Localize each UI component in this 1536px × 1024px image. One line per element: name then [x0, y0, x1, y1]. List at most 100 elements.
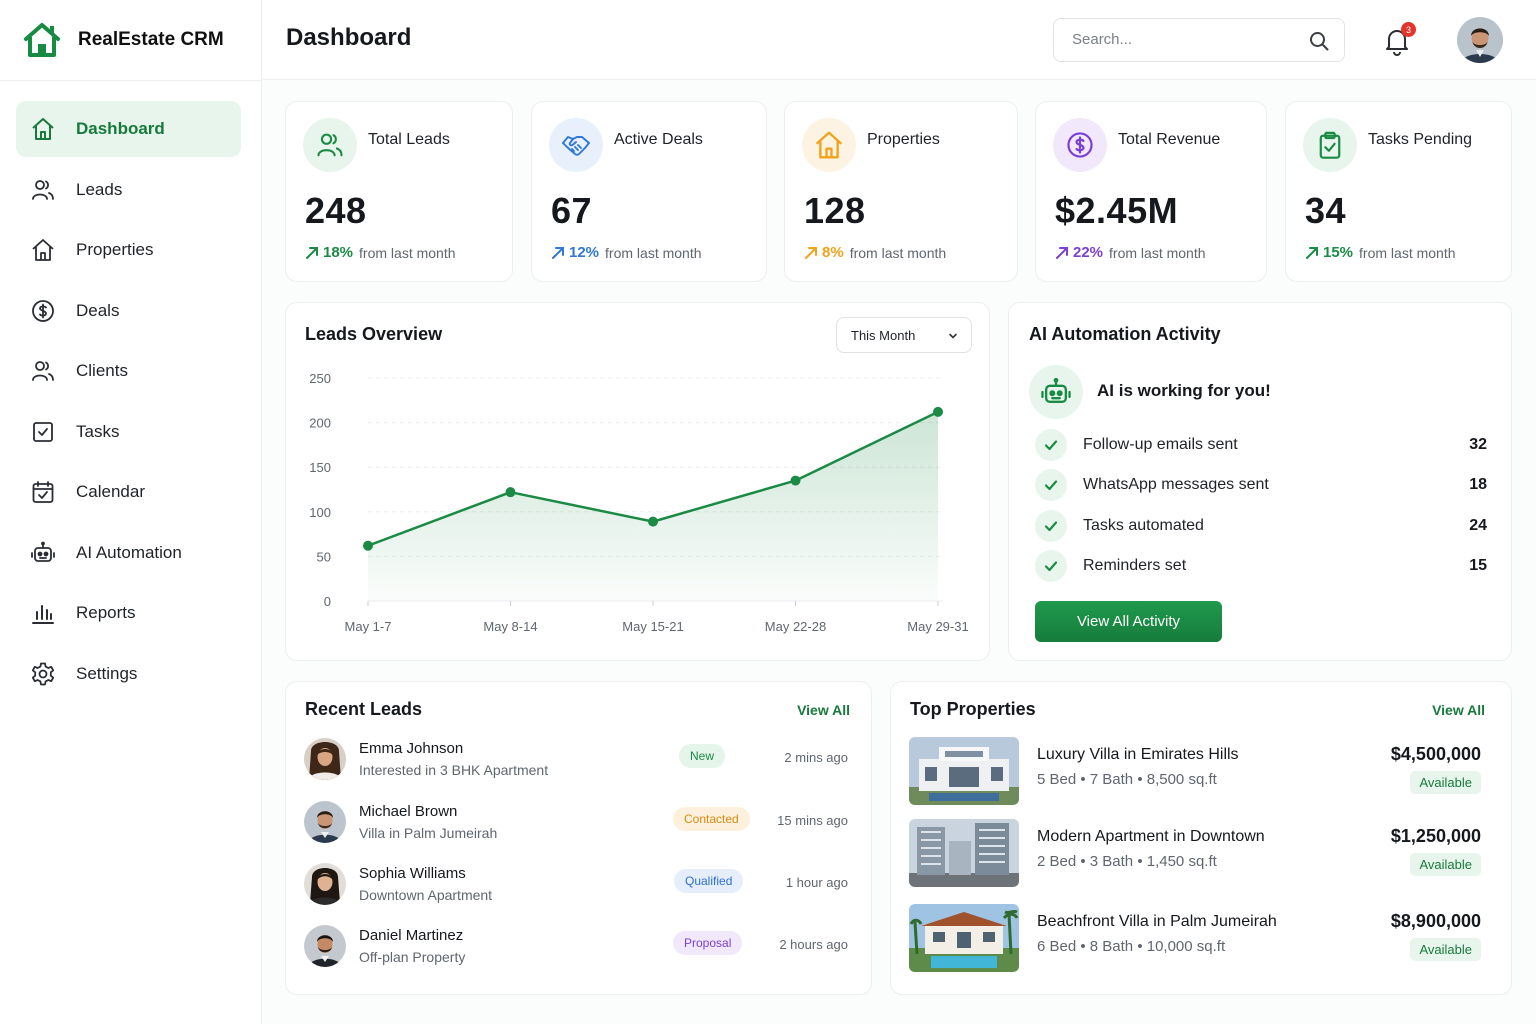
- property-price: $4,500,000: [1390, 744, 1481, 764]
- property-price: $8,900,000: [1390, 911, 1481, 931]
- sidebar-item-reports[interactable]: Reports: [16, 585, 241, 641]
- data-point: [790, 475, 801, 486]
- stat-title: Total Leads: [368, 131, 450, 148]
- notifications-button[interactable]: 3: [1381, 22, 1416, 56]
- lead-row[interactable]: Daniel Martinez Off-plan Property Propos…: [304, 923, 854, 969]
- brand[interactable]: RealEstate CRM: [22, 20, 224, 60]
- ai-activity-label: Tasks automated: [1083, 517, 1204, 534]
- status-badge: New: [679, 744, 726, 768]
- stat-trend-percent: 8%: [822, 244, 844, 261]
- bar-chart-icon: [30, 600, 56, 626]
- user-avatar[interactable]: [1457, 17, 1503, 63]
- sidebar-item-label: Dashboard: [76, 119, 165, 138]
- sidebar-item-deals[interactable]: Deals: [16, 283, 241, 339]
- lead-row[interactable]: Sophia Williams Downtown Apartment Quali…: [304, 861, 854, 907]
- stat-title: Properties: [867, 131, 940, 148]
- check-icon: [1035, 469, 1067, 501]
- ai-activity-row: Reminders set 15: [1035, 549, 1487, 583]
- lead-interest: Downtown Apartment: [359, 887, 493, 903]
- stat-trend: 12% from last month: [551, 244, 702, 261]
- stat-trend-percent: 12%: [569, 244, 600, 261]
- stat-trend-label: from last month: [1359, 244, 1456, 261]
- property-details: 6 Bed • 8 Bath • 10,000 sq.ft: [1037, 938, 1226, 955]
- page-title: Dashboard: [286, 24, 412, 51]
- sidebar-nav: Dashboard Leads Properties Deals Clients: [16, 101, 241, 706]
- ai-headline: AI is working for you!: [1097, 381, 1271, 400]
- y-tick-label: 150: [309, 460, 331, 475]
- sidebar-item-leads[interactable]: Leads: [16, 162, 241, 218]
- property-row[interactable]: Beachfront Villa in Palm Jumeirah 6 Bed …: [909, 904, 1489, 972]
- property-name: Beachfront Villa in Palm Jumeirah: [1037, 913, 1277, 930]
- users-icon: [30, 177, 56, 203]
- ai-activity-label: WhatsApp messages sent: [1083, 476, 1269, 493]
- app-name: RealEstate CRM: [78, 29, 224, 50]
- calendar-icon: [30, 479, 56, 505]
- handshake-icon: [549, 118, 603, 172]
- y-tick-label: 100: [309, 505, 331, 520]
- property-row[interactable]: Modern Apartment in Downtown 2 Bed • 3 B…: [909, 819, 1489, 887]
- sidebar-item-dashboard[interactable]: Dashboard: [16, 101, 241, 157]
- stat-card-properties[interactable]: Properties 128 8% from last month: [784, 101, 1018, 282]
- data-point: [648, 516, 658, 527]
- lead-interest: Off-plan Property: [359, 949, 466, 965]
- x-tick-label: May 1-7: [345, 619, 392, 634]
- search-icon[interactable]: [1308, 30, 1330, 52]
- view-all-activity-button[interactable]: View All Activity: [1035, 601, 1222, 642]
- stat-title: Active Deals: [614, 131, 703, 148]
- stat-trend: 22% from last month: [1055, 244, 1206, 261]
- stat-trend: 15% from last month: [1305, 244, 1456, 261]
- lead-interest: Villa in Palm Jumeirah: [359, 825, 498, 841]
- x-tick-label: May 22-28: [765, 619, 826, 634]
- recent-leads-card: Recent Leads View All Emma Johnson Inter…: [285, 681, 872, 995]
- lead-row[interactable]: Emma Johnson Interested in 3 BHK Apartme…: [304, 736, 854, 782]
- sidebar-item-settings[interactable]: Settings: [16, 646, 241, 702]
- search-input[interactable]: [1072, 31, 1292, 48]
- ai-activity-count: 32: [1469, 436, 1487, 453]
- stat-card-total-leads[interactable]: Total Leads 248 18% from last month: [285, 101, 513, 282]
- arrow-up-right-icon: [306, 246, 318, 259]
- view-all-leads-link[interactable]: View All: [797, 702, 850, 718]
- stat-card-tasks-pending[interactable]: Tasks Pending 34 15% from last month: [1285, 101, 1512, 282]
- stat-card-total-revenue[interactable]: Total Revenue $2.45M 22% from last month: [1035, 101, 1267, 282]
- sidebar-item-calendar[interactable]: Calendar: [16, 464, 241, 520]
- property-price: $1,250,000: [1390, 826, 1481, 846]
- data-point: [933, 406, 943, 417]
- users-icon: [30, 358, 56, 384]
- home-icon: [30, 116, 56, 142]
- robot-icon: [1029, 365, 1083, 419]
- sidebar-item-clients[interactable]: Clients: [16, 343, 241, 399]
- users-icon: [303, 118, 357, 172]
- stat-trend-percent: 18%: [323, 244, 354, 261]
- top-properties-card: Top Properties View All Luxury Villa in …: [890, 681, 1512, 995]
- property-image: [909, 819, 1019, 887]
- ai-activity-count: 15: [1469, 557, 1487, 574]
- lead-time: 2 hours ago: [779, 937, 848, 952]
- ai-activity-count: 18: [1469, 476, 1487, 493]
- sidebar-item-properties[interactable]: Properties: [16, 222, 241, 278]
- x-tick-label: May 15-21: [622, 619, 683, 634]
- view-all-properties-link[interactable]: View All: [1432, 702, 1485, 718]
- check-icon: [1035, 550, 1067, 582]
- leads-line-chart: 250 200 150 100 50 0 May 1-7 May 8-14 May 15-21…: [309, 371, 968, 634]
- property-details: 5 Bed • 7 Bath • 8,500 sq.ft: [1037, 771, 1217, 788]
- search-box[interactable]: [1053, 18, 1345, 62]
- stat-card-active-deals[interactable]: Active Deals 67 12% from last month: [531, 101, 767, 282]
- sidebar-divider: [0, 80, 262, 81]
- availability-badge: Available: [1410, 853, 1481, 876]
- stat-value: 67: [551, 190, 593, 231]
- sidebar-item-tasks[interactable]: Tasks: [16, 404, 241, 460]
- sidebar-item-label: Clients: [76, 361, 128, 380]
- sidebar-item-ai-automation[interactable]: AI Automation: [16, 525, 241, 581]
- sidebar-item-label: Reports: [76, 603, 136, 622]
- sidebar: RealEstate CRM Dashboard Leads Propertie…: [0, 0, 262, 1024]
- x-tick-label: May 29-31: [907, 619, 968, 634]
- stat-trend-label: from last month: [359, 244, 456, 261]
- avatar: [304, 738, 346, 780]
- property-row[interactable]: Luxury Villa in Emirates Hills 5 Bed • 7…: [909, 737, 1489, 805]
- lead-row[interactable]: Michael Brown Villa in Palm Jumeirah Con…: [304, 799, 854, 845]
- property-name: Luxury Villa in Emirates Hills: [1037, 746, 1239, 763]
- sidebar-item-label: Tasks: [76, 421, 120, 441]
- x-tick-label: May 8-14: [483, 619, 537, 634]
- arrow-up-right-icon: [552, 246, 564, 259]
- lead-name: Sophia Williams: [359, 865, 466, 882]
